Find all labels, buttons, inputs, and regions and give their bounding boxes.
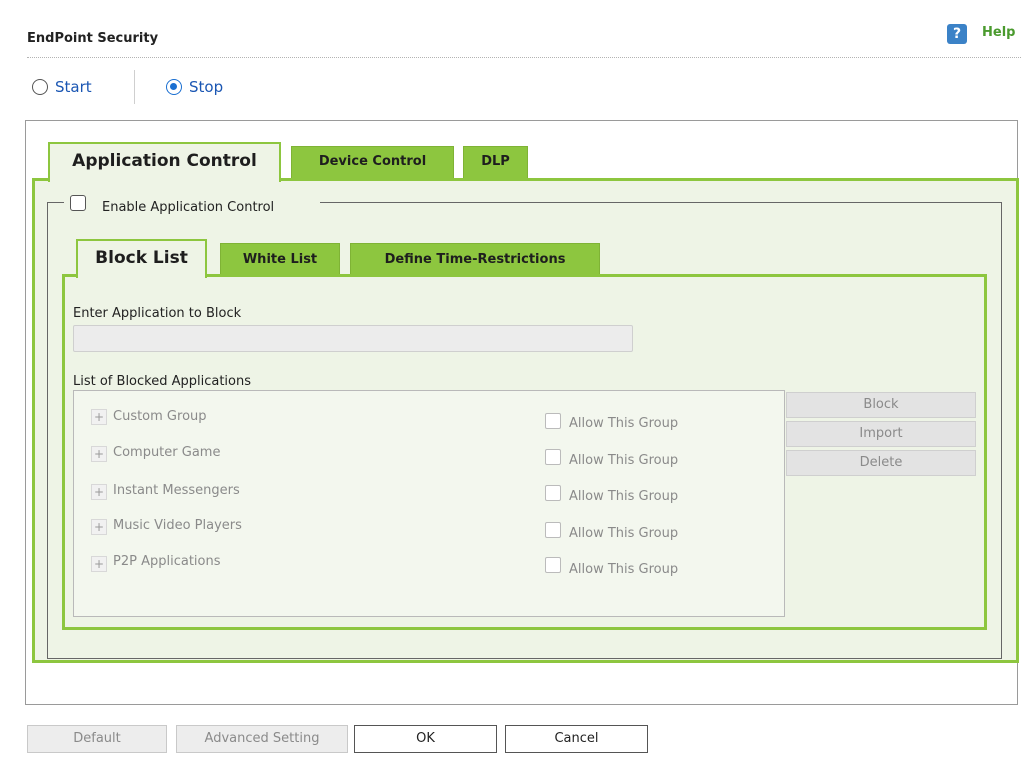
allow-group-checkbox[interactable] [545, 485, 561, 501]
allow-group-label[interactable]: Allow This Group [569, 416, 678, 431]
allow-group-label[interactable]: Allow This Group [569, 526, 678, 541]
allow-group-label[interactable]: Allow This Group [569, 562, 678, 577]
allow-group-checkbox[interactable] [545, 557, 561, 573]
start-label[interactable]: Start [55, 78, 92, 96]
stop-radio[interactable] [166, 79, 182, 95]
expand-icon[interactable]: + [91, 484, 107, 500]
allow-group-label[interactable]: Allow This Group [569, 453, 678, 468]
tab-application-control[interactable]: Application Control [48, 142, 281, 182]
expand-icon[interactable]: + [91, 556, 107, 572]
start-radio[interactable] [32, 79, 48, 95]
tab-block-list[interactable]: Block List [76, 239, 207, 278]
default-button[interactable]: Default [27, 725, 167, 753]
title-divider [27, 57, 1021, 58]
expand-icon[interactable]: + [91, 446, 107, 462]
delete-button[interactable]: Delete [786, 450, 976, 476]
blocked-applications-list[interactable] [73, 390, 785, 617]
cancel-button[interactable]: Cancel [505, 725, 648, 753]
tab-device-control[interactable]: Device Control [291, 146, 454, 180]
tab-dlp[interactable]: DLP [463, 146, 528, 180]
import-button[interactable]: Import [786, 421, 976, 447]
expand-icon[interactable]: + [91, 519, 107, 535]
group-name: P2P Applications [113, 554, 221, 569]
allow-group-checkbox[interactable] [545, 449, 561, 465]
group-name: Computer Game [113, 445, 221, 460]
tab-white-list[interactable]: White List [220, 243, 340, 276]
group-name: Instant Messengers [113, 483, 240, 498]
help-link[interactable]: Help [982, 25, 1015, 40]
help-icon[interactable]: ? [947, 24, 967, 44]
stop-label[interactable]: Stop [189, 78, 223, 96]
group-name: Custom Group [113, 409, 207, 424]
expand-icon[interactable]: + [91, 409, 107, 425]
block-button[interactable]: Block [786, 392, 976, 418]
enter-application-label: Enter Application to Block [73, 306, 242, 321]
advanced-setting-button[interactable]: Advanced Setting [176, 725, 348, 753]
allow-group-checkbox[interactable] [545, 413, 561, 429]
application-input[interactable] [73, 325, 633, 352]
allow-group-checkbox[interactable] [545, 522, 561, 538]
radio-separator [134, 70, 135, 104]
tab-define-time-restrictions[interactable]: Define Time-Restrictions [350, 243, 600, 276]
ok-button[interactable]: OK [354, 725, 497, 753]
page-title: EndPoint Security [27, 31, 159, 46]
enable-application-control-checkbox[interactable] [70, 195, 86, 211]
allow-group-label[interactable]: Allow This Group [569, 489, 678, 504]
blocked-applications-label: List of Blocked Applications [73, 374, 252, 389]
enable-application-control-label[interactable]: Enable Application Control [102, 200, 274, 215]
group-name: Music Video Players [113, 518, 242, 533]
